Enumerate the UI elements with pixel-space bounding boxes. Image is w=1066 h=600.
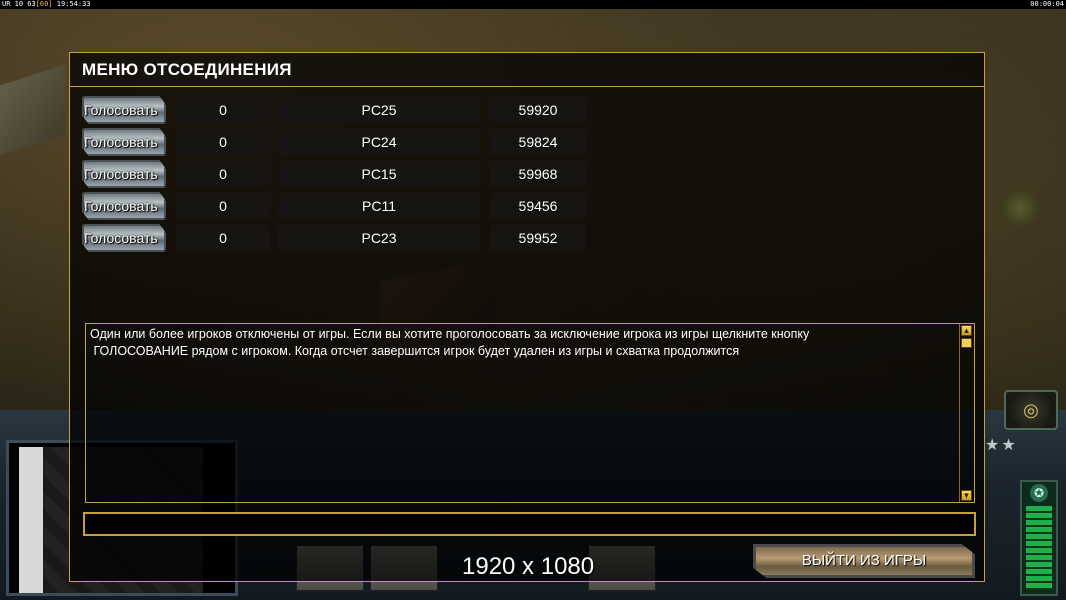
resolution-label: 1920 x 1080 bbox=[462, 553, 595, 580]
vote-count: 0 bbox=[176, 97, 270, 123]
clock-time: 19:54:33 bbox=[56, 0, 91, 8]
player-ping: 59952 bbox=[490, 225, 586, 251]
player-name: PC24 bbox=[278, 129, 480, 155]
vote-button-label: Голосовать bbox=[84, 230, 158, 246]
disconnect-message: Один или более игроков отключены от игры… bbox=[90, 327, 810, 358]
player-name: PC11 bbox=[278, 193, 480, 219]
vote-count: 0 bbox=[176, 161, 270, 187]
exit-game-button[interactable]: ВЫЙТИ ИЗ ИГРЫ bbox=[753, 544, 975, 578]
vote-count: 0 bbox=[176, 193, 270, 219]
base-building bbox=[0, 64, 65, 156]
vote-button-label: Голосовать bbox=[84, 134, 158, 150]
player-name: PC23 bbox=[278, 225, 480, 251]
rank-stars-icon: ★★ bbox=[985, 437, 1018, 454]
player-row: Голосовать 0 PC15 59968 bbox=[82, 160, 602, 188]
minimap-edge bbox=[19, 447, 43, 593]
message-box: Один или более игроков отключены от игры… bbox=[85, 323, 975, 503]
fps-limit: [60] bbox=[35, 0, 53, 8]
vote-count: 0 bbox=[176, 225, 270, 251]
power-bar bbox=[1026, 506, 1052, 590]
disconnect-menu-dialog: МЕНЮ ОТСОЕДИНЕНИЯ Голосовать 0 PC25 5992… bbox=[69, 52, 985, 582]
player-ping: 59920 bbox=[490, 97, 586, 123]
match-timer: 00:00:04 bbox=[1030, 0, 1064, 8]
fps-text: UR 10 63 bbox=[2, 0, 36, 8]
player-row: Голосовать 0 PC11 59456 bbox=[82, 192, 602, 220]
player-ping: 59456 bbox=[490, 193, 586, 219]
player-name: PC25 bbox=[278, 97, 480, 123]
vote-button-label: Голосовать bbox=[84, 198, 158, 214]
player-row: Голосовать 0 PC24 59824 bbox=[82, 128, 602, 156]
vote-button[interactable]: Голосовать bbox=[82, 224, 166, 252]
vote-button[interactable]: Голосовать bbox=[82, 96, 166, 124]
general-star-icon[interactable]: ✪ bbox=[1030, 484, 1048, 502]
vote-count: 0 bbox=[176, 129, 270, 155]
scroll-thumb[interactable] bbox=[961, 338, 972, 348]
radar-icon[interactable]: ◎ bbox=[1004, 390, 1058, 430]
tree bbox=[1000, 190, 1040, 226]
player-name: PC15 bbox=[278, 161, 480, 187]
vote-button-label: Голосовать bbox=[84, 166, 158, 182]
chat-input[interactable] bbox=[83, 512, 976, 536]
message-scrollbar[interactable]: ▲ ▼ bbox=[959, 324, 973, 502]
vote-button[interactable]: Голосовать bbox=[82, 160, 166, 188]
dialog-title: МЕНЮ ОТСОЕДИНЕНИЯ bbox=[70, 53, 984, 87]
scroll-up-arrow-icon[interactable]: ▲ bbox=[961, 325, 972, 336]
top-status-bar: UR 10 63[60] 19:54:33 00:00:04 bbox=[0, 0, 1066, 9]
vote-button[interactable]: Голосовать bbox=[82, 128, 166, 156]
scroll-down-arrow-icon[interactable]: ▼ bbox=[961, 490, 972, 501]
fps-readout: UR 10 63[60] 19:54:33 bbox=[2, 0, 91, 9]
player-ping: 59824 bbox=[490, 129, 586, 155]
vote-button[interactable]: Голосовать bbox=[82, 192, 166, 220]
player-row: Голосовать 0 PC25 59920 bbox=[82, 96, 602, 124]
power-panel: ✪ bbox=[1020, 480, 1058, 596]
player-row: Голосовать 0 PC23 59952 bbox=[82, 224, 602, 252]
player-ping: 59968 bbox=[490, 161, 586, 187]
vote-button-label: Голосовать bbox=[84, 102, 158, 118]
